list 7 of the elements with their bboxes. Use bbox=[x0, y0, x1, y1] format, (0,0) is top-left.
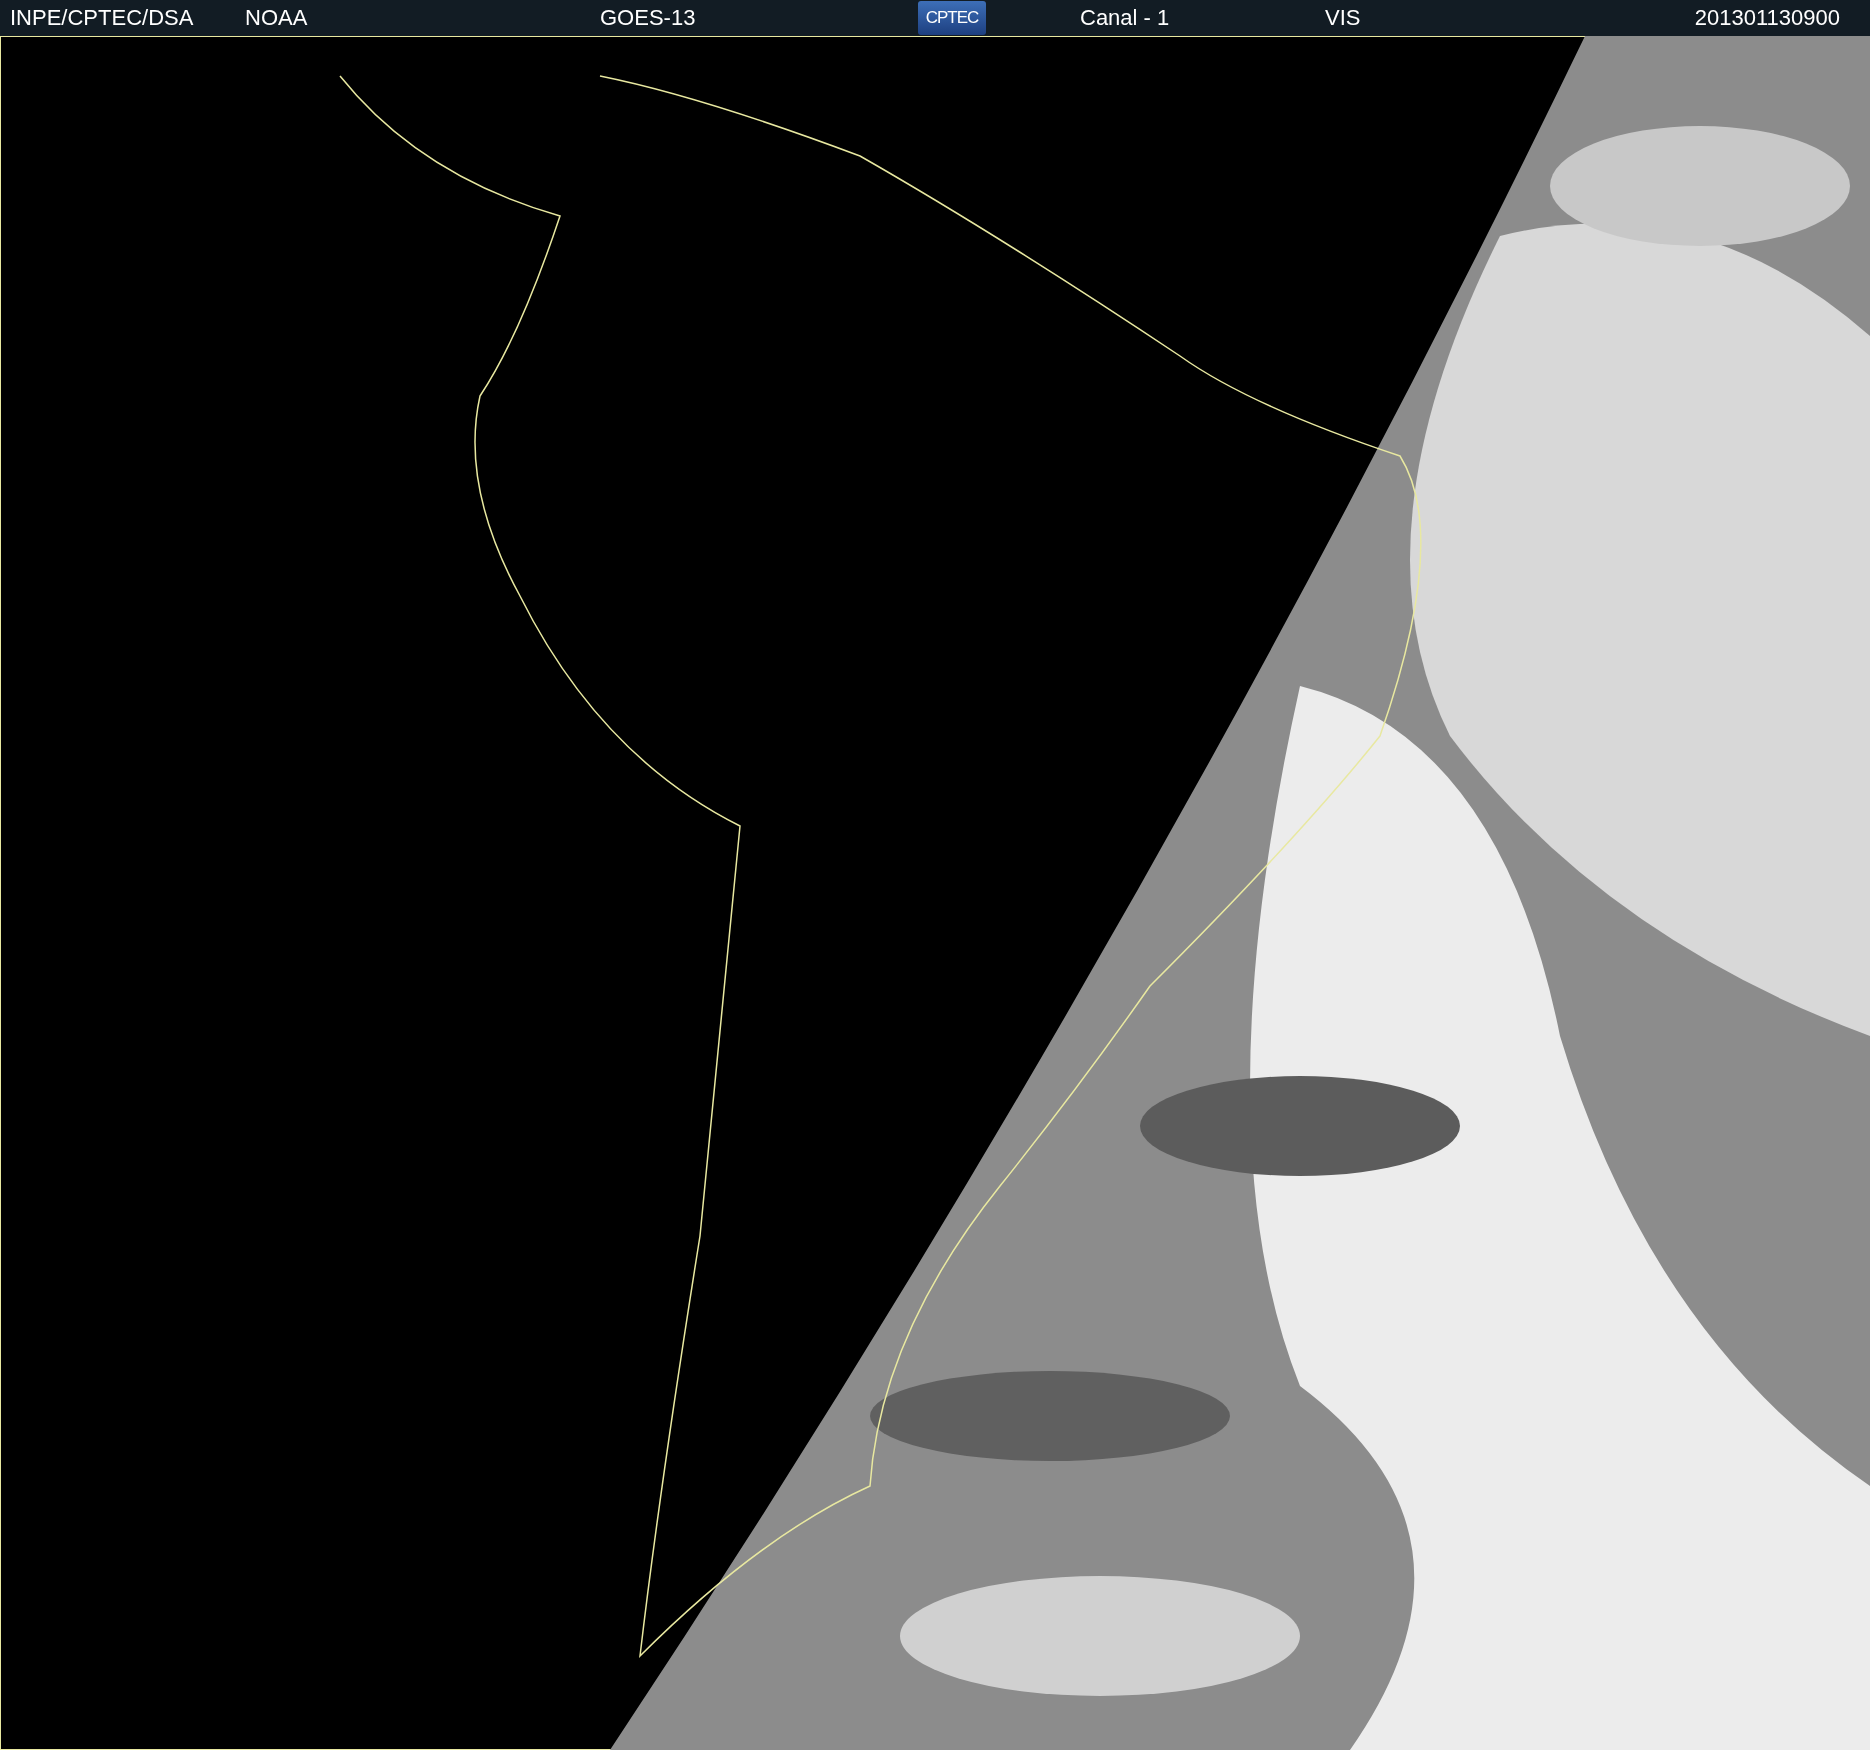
header-label: INPE/CPTEC/DSA bbox=[10, 5, 194, 31]
logo: CPTEC bbox=[918, 1, 986, 35]
header-label: Canal - 1 bbox=[1080, 5, 1170, 31]
header-label: NOAA bbox=[245, 5, 308, 31]
header-label: GOES-13 bbox=[600, 5, 696, 31]
header-label: 201301130900 bbox=[1694, 5, 1840, 31]
header-label: VIS bbox=[1325, 5, 1361, 31]
